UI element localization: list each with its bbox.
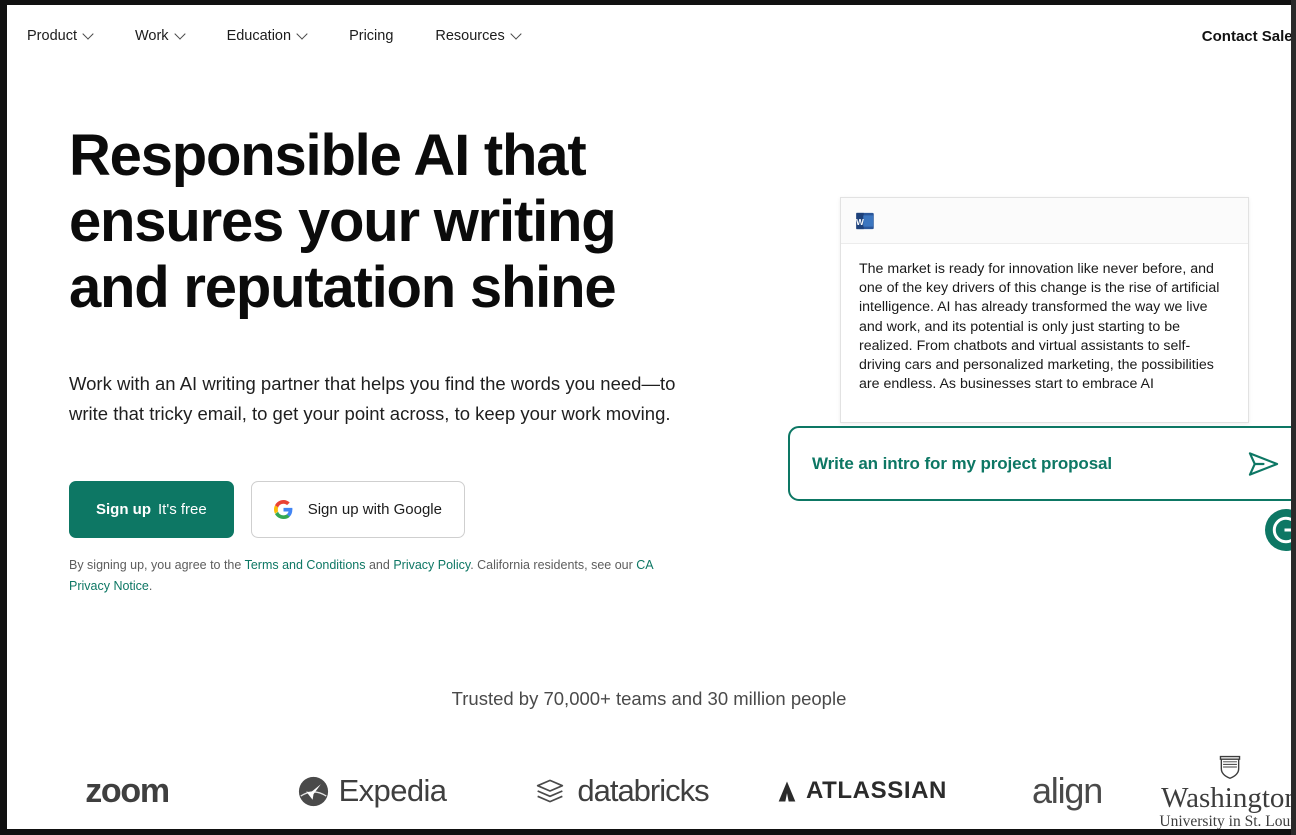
logo-databricks-label: databricks [577,773,709,808]
main-navigation: Product Work Education Pricing Resources [7,5,1291,67]
nav-actions: Contact Sales [1202,5,1291,67]
page-content: Product Work Education Pricing Resources [7,5,1291,829]
browser-frame: Product Work Education Pricing Resources [0,0,1296,835]
chevron-down-icon [84,30,93,39]
ai-prompt-text: Write an intro for my project proposal [812,453,1113,473]
sign-up-with-google-button[interactable]: Sign up with Google [250,481,465,538]
trusted-by-text: Trusted by 70,000+ teams and 30 million … [451,688,847,709]
logo-databricks: databricks [497,773,747,809]
grammarly-g-icon[interactable] [1265,509,1291,551]
chevron-down-icon [512,30,521,39]
logo-zoom: zoom [7,772,247,811]
nav-item-work[interactable]: Work [135,22,207,50]
legal-mid: and [365,558,394,572]
databricks-mark-icon [537,779,564,803]
nav-item-label: Work [134,28,169,44]
sign-up-with-google-label: Sign up with Google [307,501,442,518]
sign-up-button-sublabel: It's free [158,501,207,518]
sign-up-button[interactable]: Sign up It's free [69,481,234,538]
google-g-icon [273,500,293,519]
nav-item-resources[interactable]: Resources [435,22,542,50]
wustl-crest-icon [1219,755,1241,779]
nav-links: Product Work Education Pricing Resources [7,22,543,50]
legal-mid-2: . California residents, see our [470,558,637,572]
legal-prefix: By signing up, you agree to the [69,558,245,572]
logo-align-label: align [1031,770,1103,811]
wustl-name: Washington [1161,781,1291,814]
logo-atlassian-label: ATLASSIAN [806,777,947,804]
wustl-sublabel: University in St. Louis [1159,812,1291,830]
window-scrollbar[interactable] [1291,0,1296,835]
hero-section: Responsible AI that ensures your writing… [69,123,709,597]
privacy-policy-link[interactable]: Privacy Policy [393,558,470,572]
nav-item-label: Resources [435,28,505,44]
nav-item-label: Pricing [349,28,394,44]
chevron-down-icon [176,30,185,39]
logo-expedia: Expedia [247,773,497,809]
page-title: Responsible AI that ensures your writing… [69,123,617,320]
svg-text:W: W [856,217,864,226]
nav-item-product[interactable]: Product [27,22,115,50]
paper-plane-send-icon[interactable] [1247,449,1280,479]
ai-prompt-box[interactable]: Write an intro for my project proposal [788,426,1291,501]
sign-up-button-label: Sign up [96,501,151,518]
legal-disclaimer: By signing up, you agree to the Terms an… [69,555,684,597]
cta-buttons: Sign up It's free Sign up with Google [69,481,709,538]
microsoft-word-icon: W [855,211,875,231]
atlassian-mark-icon [778,781,796,801]
logo-washington-university: Washington University in St. Louis [1157,752,1291,830]
expedia-mark-icon [298,776,328,806]
contact-sales-link[interactable]: Contact Sales [1202,28,1291,45]
hero-subcopy: Work with an AI writing partner that hel… [69,373,676,424]
logo-align: align [977,770,1157,812]
customer-logo-strip: zoom Expedia databricks ATLASSIAN align … [7,750,1291,829]
nav-item-label: Education [226,28,292,44]
nav-item-label: Product [27,28,77,44]
logo-expedia-label: Expedia [338,773,447,808]
logo-atlassian: ATLASSIAN [747,777,977,805]
word-document-header: W [841,198,1248,244]
chevron-down-icon [298,30,307,39]
word-document-mockup: W The market is ready for innovation lik… [840,197,1249,423]
nav-item-pricing[interactable]: Pricing [349,22,415,50]
word-document-body-text: The market is ready for innovation like … [859,261,1220,393]
legal-suffix: . [148,579,153,593]
nav-item-education[interactable]: Education [227,22,330,50]
terms-and-conditions-link[interactable]: Terms and Conditions [245,558,366,572]
logo-zoom-label: zoom [85,771,170,810]
